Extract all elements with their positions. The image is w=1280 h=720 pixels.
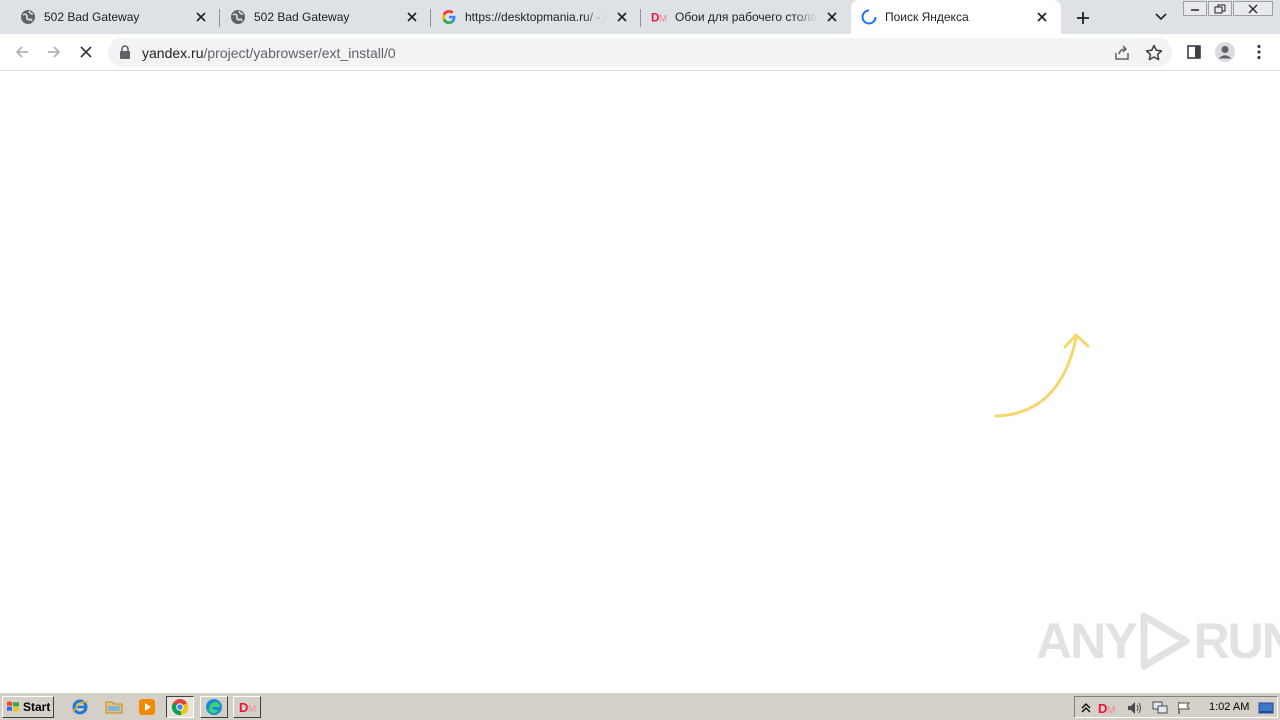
tab-title: 502 Bad Gateway <box>44 10 140 24</box>
side-panel-button[interactable] <box>1182 40 1206 64</box>
action-center-flag-icon[interactable] <box>1176 700 1192 716</box>
browser-toolbar: yandex.ru/project/yabrowser/ext_install/… <box>0 34 1280 71</box>
chrome-icon[interactable] <box>166 696 194 718</box>
play-logo-icon <box>1140 612 1190 670</box>
watermark-right: RUN <box>1193 613 1280 669</box>
back-button[interactable] <box>10 40 34 64</box>
tab-yandex-search[interactable]: Поиск Яндекса <box>851 0 1061 34</box>
svg-text:D: D <box>239 700 248 714</box>
new-tab-button[interactable] <box>1072 7 1094 29</box>
media-player-icon[interactable] <box>133 696 161 718</box>
watermark-left: ANY <box>1036 613 1138 669</box>
system-tray: D M 1:02 AM <box>1074 696 1278 718</box>
tab-strip: 502 Bad Gateway 502 Bad Gateway https://… <box>0 0 1280 34</box>
close-window-button[interactable] <box>1233 1 1273 16</box>
windows-logo-icon <box>7 701 19 712</box>
desktopmania-icon[interactable]: D M <box>1097 700 1117 716</box>
network-icon[interactable] <box>1152 700 1168 716</box>
loading-spinner-icon <box>861 9 877 25</box>
bookmark-star-icon[interactable] <box>1144 43 1164 63</box>
svg-text:M: M <box>248 704 256 714</box>
tab-search-button[interactable] <box>1151 8 1171 26</box>
url-text[interactable]: yandex.ru/project/yabrowser/ext_install/… <box>142 45 396 61</box>
globe-icon <box>20 9 36 25</box>
menu-kebab-icon[interactable] <box>1247 40 1271 64</box>
show-desktop-icon[interactable] <box>1258 700 1274 716</box>
tab-502-bad-gateway-1[interactable]: 502 Bad Gateway <box>0 0 220 34</box>
minimize-button[interactable] <box>1183 1 1207 16</box>
desktopmania-icon: D M <box>651 9 667 25</box>
globe-icon <box>230 9 246 25</box>
forward-button[interactable] <box>42 40 66 64</box>
close-icon[interactable] <box>823 8 841 26</box>
desktopmania-icon[interactable]: D M <box>233 696 261 718</box>
close-icon[interactable] <box>192 8 210 26</box>
tab-title: Поиск Яндекса <box>885 10 969 24</box>
svg-text:M: M <box>659 13 667 24</box>
taskbar: Start D M D M 1:02 AM <box>0 692 1280 720</box>
tab-desktopmania[interactable]: D M Обои для рабочего стола. Скачать <box>641 0 851 34</box>
volume-icon[interactable] <box>1127 700 1143 716</box>
close-icon[interactable] <box>1033 8 1051 26</box>
clock[interactable]: 1:02 AM <box>1209 701 1249 713</box>
tab-title: Обои для рабочего стола. Скачать <box>675 10 817 24</box>
anyrun-watermark: ANY RUN <box>1036 612 1280 670</box>
restore-button[interactable] <box>1208 1 1232 16</box>
svg-text:M: M <box>1107 705 1115 715</box>
google-icon <box>441 9 457 25</box>
page-content: ANY RUN <box>0 72 1280 692</box>
url-domain: yandex.ru <box>142 45 204 61</box>
ie-icon[interactable] <box>66 696 94 718</box>
svg-text:D: D <box>1098 701 1107 715</box>
edge-icon[interactable] <box>200 696 228 718</box>
lock-icon[interactable] <box>119 45 133 60</box>
address-bar[interactable]: yandex.ru/project/yabrowser/ext_install/… <box>108 38 1172 67</box>
share-icon[interactable] <box>1112 43 1132 63</box>
install-hint-arrow-icon <box>994 333 1090 418</box>
stop-loading-button[interactable] <box>74 40 98 64</box>
tab-title: https://desktopmania.ru/ - Google <box>465 10 607 24</box>
show-hidden-icons-icon[interactable] <box>1078 700 1094 716</box>
start-label: Start <box>23 700 51 714</box>
close-icon[interactable] <box>403 8 421 26</box>
start-button[interactable]: Start <box>2 696 54 718</box>
close-icon[interactable] <box>613 8 631 26</box>
folder-icon[interactable] <box>100 696 128 718</box>
tab-502-bad-gateway-2[interactable]: 502 Bad Gateway <box>220 0 431 34</box>
svg-text:D: D <box>651 12 659 24</box>
tab-title: 502 Bad Gateway <box>254 10 350 24</box>
tab-google[interactable]: https://desktopmania.ru/ - Google <box>431 0 641 34</box>
url-path: /project/yabrowser/ext_install/0 <box>203 45 396 61</box>
profile-avatar[interactable] <box>1213 40 1237 64</box>
